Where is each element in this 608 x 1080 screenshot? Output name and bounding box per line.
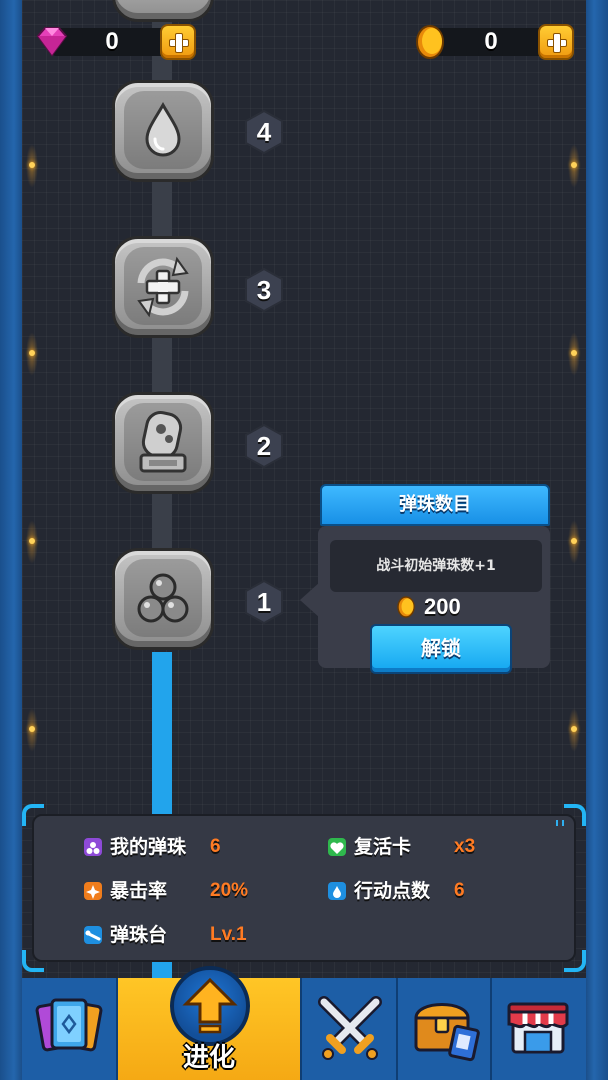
side-lamp bbox=[568, 708, 580, 752]
coin-icon bbox=[416, 25, 444, 59]
level-badge-2: 2 bbox=[244, 424, 284, 468]
skill-node-2[interactable] bbox=[112, 392, 214, 494]
side-lamp bbox=[26, 708, 38, 752]
skill-node-3[interactable] bbox=[112, 236, 214, 338]
stat-action-points: 行动点数 6 bbox=[328, 878, 528, 904]
side-lamp bbox=[26, 520, 38, 564]
level-badge-1: 1 bbox=[244, 580, 284, 624]
coin-counter: 0 bbox=[412, 22, 576, 62]
stats-panel: 我的弹珠 6 复活卡 x3 暴击率 20% 行动点数 6 弹珠台 Lv.1 bbox=[32, 814, 576, 962]
popup-description: 战斗初始弹珠数+1 bbox=[330, 540, 542, 592]
level-badge-4: 4 bbox=[244, 110, 284, 154]
skill-node-top[interactable] bbox=[112, 0, 214, 22]
add-coins-button[interactable] bbox=[538, 24, 574, 60]
flipper-icon bbox=[84, 926, 102, 944]
level-badge-3: 3 bbox=[244, 268, 284, 312]
gem-counter: 0 bbox=[32, 22, 198, 62]
coin-count: 0 bbox=[484, 28, 498, 55]
crossed-swords-icon bbox=[318, 996, 382, 1060]
water-drop-icon bbox=[328, 882, 346, 900]
stat-revive: 复活卡 x3 bbox=[328, 834, 528, 860]
tab-battle[interactable] bbox=[302, 978, 398, 1080]
shop-stall-icon bbox=[507, 1002, 569, 1054]
add-gems-button[interactable] bbox=[160, 24, 196, 60]
panel-corner-mark bbox=[556, 820, 564, 826]
marbles-icon bbox=[137, 573, 189, 623]
stat-pinball-table: 弹珠台 Lv.1 bbox=[84, 922, 284, 948]
marbles-stat-icon bbox=[84, 838, 102, 856]
tab-treasure[interactable] bbox=[398, 978, 492, 1080]
bottom-nav: 进化 bbox=[22, 966, 586, 1080]
tab-evolve[interactable]: 进化 bbox=[118, 966, 302, 1080]
tab-cards[interactable] bbox=[22, 978, 118, 1080]
coin-icon bbox=[397, 596, 415, 618]
cards-icon bbox=[35, 998, 103, 1052]
tab-shop[interactable] bbox=[492, 978, 586, 1080]
evolve-label: 进化 bbox=[182, 1043, 235, 1073]
popup-pointer bbox=[300, 582, 320, 618]
side-lamp bbox=[568, 144, 580, 188]
treasure-chest-icon bbox=[414, 1003, 480, 1062]
unlock-button[interactable]: 解锁 bbox=[370, 624, 512, 674]
skill-node-4[interactable] bbox=[112, 80, 214, 182]
heal-refresh-icon bbox=[137, 256, 189, 318]
gem-icon bbox=[36, 27, 68, 57]
pinball-machine-icon bbox=[139, 411, 187, 473]
crit-spark-icon bbox=[84, 882, 102, 900]
stat-marbles: 我的弹珠 6 bbox=[84, 834, 284, 860]
water-drop-icon bbox=[145, 101, 181, 157]
gem-count: 0 bbox=[105, 28, 119, 55]
side-lamp bbox=[26, 144, 38, 188]
skill-popup: 弹珠数目 战斗初始弹珠数+1 200 解锁 bbox=[300, 484, 552, 674]
skill-node-1[interactable] bbox=[112, 548, 214, 650]
side-lamp bbox=[568, 332, 580, 376]
unlock-cost: 200 bbox=[424, 594, 461, 619]
side-lamp bbox=[568, 520, 580, 564]
upgrade-arrow-icon bbox=[182, 977, 238, 1034]
heart-icon bbox=[328, 838, 346, 856]
stat-crit: 暴击率 20% bbox=[84, 878, 284, 904]
side-lamp bbox=[26, 332, 38, 376]
popup-title: 弹珠数目 bbox=[320, 484, 550, 526]
